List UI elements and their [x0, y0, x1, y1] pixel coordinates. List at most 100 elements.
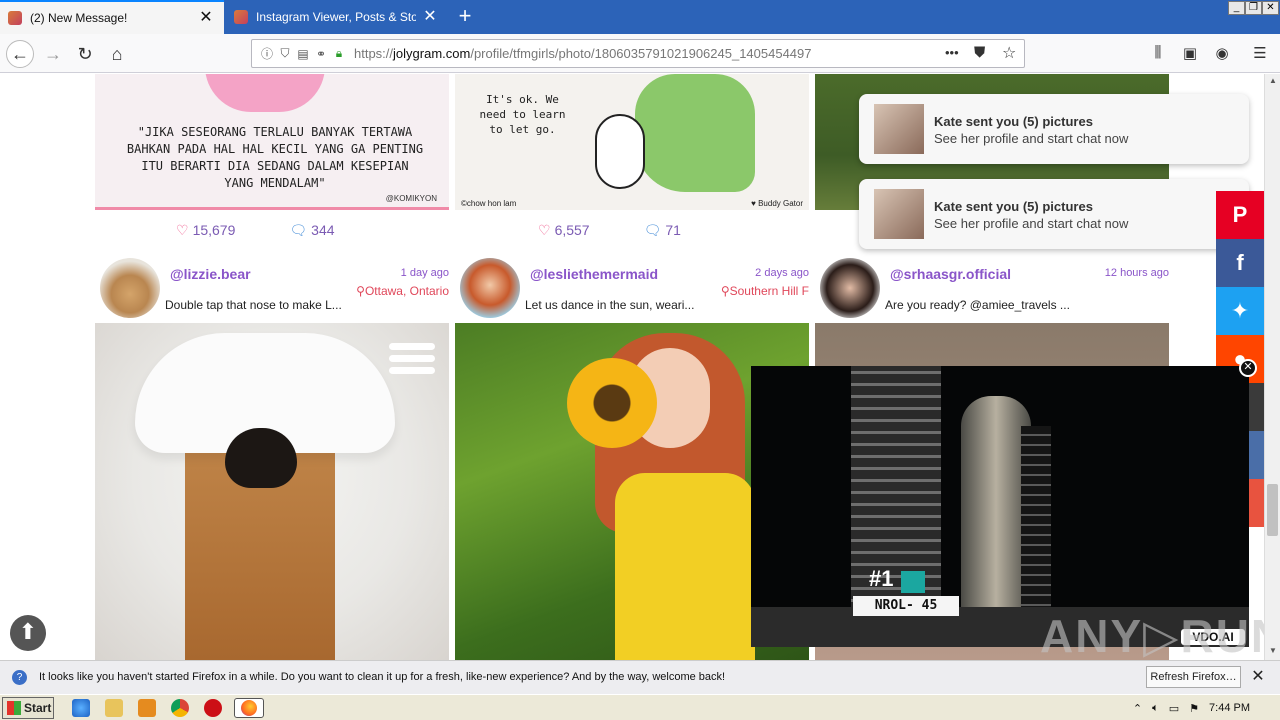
scroll-to-top-button[interactable]: ⬆: [10, 615, 46, 651]
notification-popup[interactable]: Kate sent you (5) pictures See her profi…: [859, 179, 1249, 249]
vertical-scrollbar[interactable]: ▲ ▼: [1264, 74, 1280, 660]
twitter-icon: ✦: [1230, 298, 1250, 323]
post-image-panda-gator[interactable]: It's ok. We need to learn to let go. ©ch…: [455, 74, 809, 210]
avatar[interactable]: [100, 258, 160, 318]
sidebar-icon[interactable]: ▣: [1180, 44, 1200, 64]
post-header-leslie: @lesliethemermaid 2 days ago ⚲Southern H…: [455, 256, 809, 322]
scroll-up-arrow-icon[interactable]: ▲: [1267, 76, 1279, 88]
scrollbar-thumb[interactable]: [1267, 484, 1278, 536]
avatar[interactable]: [460, 258, 520, 318]
back-button[interactable]: ←: [6, 40, 34, 68]
start-button[interactable]: Start: [2, 697, 54, 719]
restore-window-button[interactable]: ❐: [1245, 1, 1262, 15]
launch-tower-image: [851, 366, 941, 626]
twitter-share-button[interactable]: ✦: [1216, 287, 1264, 335]
chrome-icon[interactable]: [171, 699, 189, 717]
close-video-button[interactable]: ✕: [1239, 359, 1257, 377]
page-actions-menu-icon[interactable]: •••: [945, 45, 959, 60]
pinterest-share-button[interactable]: P: [1216, 191, 1264, 239]
post-caption: Are you ready? @amiee_travels ...: [885, 298, 1070, 312]
info-icon[interactable]: ⓘ: [258, 45, 276, 62]
url-domain: jolygram.com: [393, 46, 471, 61]
network-icon[interactable]: ▭: [1169, 702, 1179, 715]
navigation-toolbar: ← → ↻ ⌂ ⓘ ⛉ ▤ ⚭ 🔒︎ https://jolygram.com/…: [0, 34, 1280, 73]
tray-expand-icon[interactable]: ⌃: [1133, 702, 1142, 715]
tab-instagram-viewer[interactable]: Instagram Viewer, Posts & Story B ✕: [226, 0, 448, 34]
tab-bar: (2) New Message! ✕ Instagram Viewer, Pos…: [0, 0, 1280, 34]
close-window-button[interactable]: ✕: [1262, 1, 1279, 15]
post-image-dog-towel[interactable]: [95, 323, 449, 660]
url-text[interactable]: https://jolygram.com/profile/tfmgirls/ph…: [354, 46, 812, 61]
clock[interactable]: 7:44 PM: [1209, 702, 1250, 714]
bookmark-star-icon[interactable]: ☆: [1002, 43, 1016, 63]
post-time: 12 hours ago: [1104, 267, 1169, 279]
username-link[interactable]: @lizzie.bear: [170, 266, 251, 282]
pocket-icon[interactable]: ⛊: [974, 44, 985, 61]
post-header-srhaasgr: @srhaasgr.official 12 hours ago Are you …: [815, 256, 1169, 322]
permissions-icon[interactable]: ▤: [294, 47, 312, 61]
avatar[interactable]: [820, 258, 880, 318]
media-player-icon[interactable]: [138, 699, 156, 717]
comic-caption-text: It's ok. We need to learn to let go.: [479, 93, 566, 136]
list-menu-icon[interactable]: [389, 343, 435, 379]
hamburger-menu-icon[interactable]: ☰: [1250, 44, 1270, 64]
home-icon: ⌂: [111, 43, 123, 64]
facebook-share-button[interactable]: f: [1216, 239, 1264, 287]
comments-value: 344: [311, 222, 335, 238]
account-icon[interactable]: ◉: [1212, 44, 1232, 64]
close-tab-icon[interactable]: ✕: [422, 9, 438, 25]
post-image-comic-quote[interactable]: "JIKA SESEORANG TERLALU BANYAK TERTAWA B…: [95, 74, 449, 210]
facebook-icon: f: [1236, 250, 1244, 275]
link-icon[interactable]: ⚭: [312, 47, 330, 61]
url-bar[interactable]: ⓘ ⛉ ▤ ⚭ 🔒︎ https://jolygram.com/profile/…: [251, 39, 1025, 68]
comic-credit-right: ♥ Buddy Gator: [751, 199, 803, 208]
library-icon[interactable]: ⫼: [1148, 44, 1168, 64]
firefox-taskbar-button[interactable]: [234, 698, 264, 718]
heart-icon: ♡: [538, 222, 551, 238]
reload-button[interactable]: ↻: [71, 40, 99, 68]
username-link[interactable]: @srhaasgr.official: [890, 266, 1011, 282]
anyrun-watermark: ANY▷RUN: [1040, 610, 1264, 660]
shield-icon[interactable]: ⛉: [276, 46, 294, 61]
home-button[interactable]: ⌂: [103, 40, 131, 68]
cartoon-gator-image: [635, 74, 755, 192]
location-link[interactable]: ⚲Ottawa, Ontario: [356, 284, 449, 298]
comments-count[interactable]: 🗨︎ 344: [289, 222, 334, 239]
file-explorer-icon[interactable]: [105, 699, 123, 717]
comments-count[interactable]: 🗨︎ 71: [644, 222, 681, 239]
arrow-right-icon: →: [44, 43, 62, 64]
close-notification-icon[interactable]: ✕: [1250, 669, 1266, 685]
url-path: /profile/tfmgirls/photo/1806035791021906…: [470, 46, 812, 61]
internet-explorer-icon[interactable]: [72, 699, 90, 717]
likes-count[interactable]: ♡ 6,557: [538, 222, 590, 239]
post-stats: ♡ 15,679 🗨︎ 344: [176, 222, 335, 239]
refresh-firefox-button[interactable]: Refresh Firefox…: [1146, 666, 1241, 688]
volume-icon[interactable]: 🔈︎: [1152, 702, 1159, 715]
likes-value: 6,557: [554, 222, 590, 238]
tab-title: Instagram Viewer, Posts & Story B: [256, 10, 416, 24]
post-caption: Double tap that nose to make L...: [165, 298, 342, 312]
video-ad-player[interactable]: #1 NROL- 45 VDO.AI: [751, 366, 1249, 647]
scroll-down-arrow-icon[interactable]: ▼: [1267, 646, 1279, 658]
question-icon: ?: [12, 670, 27, 685]
instagram-favicon-icon: [234, 10, 248, 24]
notification-popup[interactable]: Kate sent you (5) pictures See her profi…: [859, 94, 1249, 164]
username-link[interactable]: @lesliethemermaid: [530, 266, 658, 282]
minimize-window-button[interactable]: _: [1228, 1, 1245, 15]
close-tab-icon[interactable]: ✕: [198, 10, 214, 26]
launch-tower-image: [1021, 426, 1051, 626]
action-center-flag-icon[interactable]: ⚑: [1189, 702, 1199, 715]
comic-credit-left: ©chow hon lam: [461, 199, 517, 208]
location-link[interactable]: ⚲Southern Hill F: [721, 284, 809, 298]
post-time: 2 days ago: [755, 267, 809, 279]
likes-count[interactable]: ♡ 15,679: [176, 222, 235, 239]
notification-subtitle: See her profile and start chat now: [934, 131, 1129, 146]
forward-button[interactable]: →: [39, 40, 67, 68]
tab-new-message[interactable]: (2) New Message! ✕: [0, 0, 224, 34]
new-tab-button[interactable]: +: [452, 4, 478, 30]
heart-icon: ♡: [176, 222, 189, 238]
reload-icon: ↻: [77, 43, 93, 64]
opera-icon[interactable]: [204, 699, 222, 717]
windows-taskbar: Start ⌃ 🔈︎ ▭ ⚑ 7:44 PM: [0, 694, 1280, 720]
url-scheme: https://: [354, 46, 394, 61]
